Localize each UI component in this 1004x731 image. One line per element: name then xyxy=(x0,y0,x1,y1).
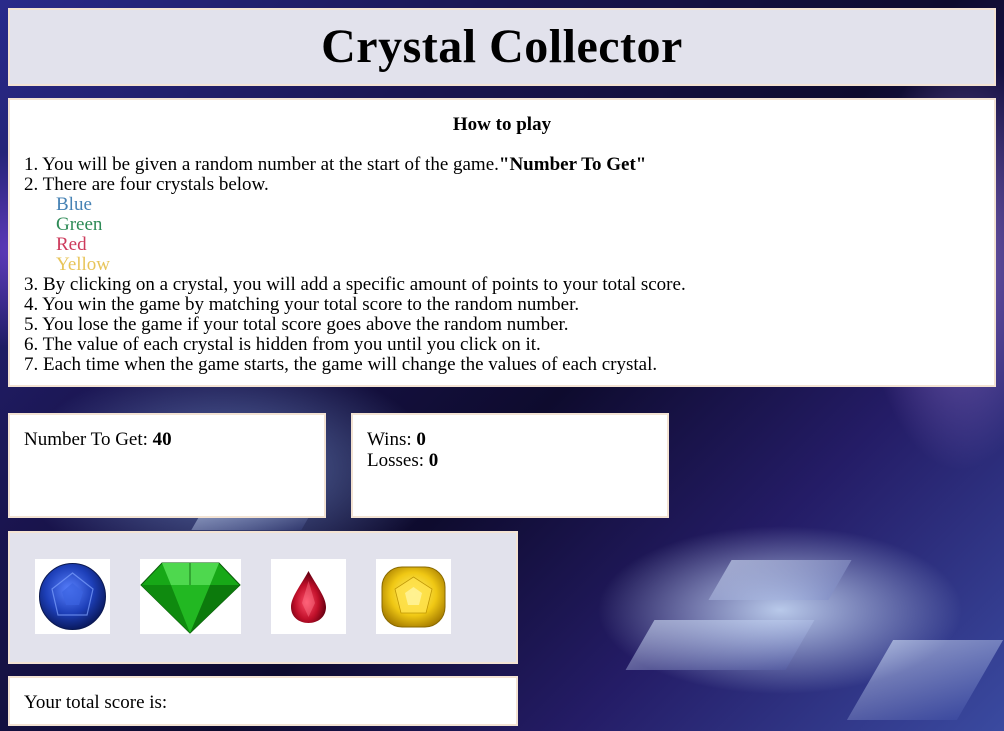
yellow-crystal-button[interactable] xyxy=(376,559,451,634)
how-to-play-heading: How to play xyxy=(452,114,552,135)
crystals-panel xyxy=(8,531,518,664)
total-score-panel: Your total score is: xyxy=(8,676,518,726)
page-title: Crystal Collector xyxy=(321,20,683,73)
losses-label: Losses: xyxy=(367,450,429,471)
wins-value: 0 xyxy=(416,429,426,450)
blue-crystal-icon xyxy=(39,563,106,630)
number-to-get-label: Number To Get: xyxy=(24,429,153,450)
color-green-label: Green xyxy=(56,214,103,235)
green-crystal-icon xyxy=(140,562,241,634)
instruction-emphasis: "Number To Get" xyxy=(498,154,647,175)
color-yellow-label: Yellow xyxy=(56,254,111,275)
background-shard xyxy=(846,640,1004,720)
instruction-step-1: 1. You will be given a random number at … xyxy=(24,155,686,175)
losses-value: 0 xyxy=(428,450,439,471)
header: Crystal Collector xyxy=(8,8,996,86)
blue-crystal-button[interactable] xyxy=(35,559,110,634)
wins-label: Wins: xyxy=(367,429,417,450)
instruction-step-6: 6. The value of each crystal is hidden f… xyxy=(24,334,541,355)
instruction-step-4: 4. You win the game by matching your tot… xyxy=(24,294,580,315)
instruction-text: 1. You will be given a random number at … xyxy=(24,154,499,175)
red-crystal-button[interactable] xyxy=(271,559,346,634)
color-red-label: Red xyxy=(56,234,87,255)
instruction-step-2: 2. There are four crystals below. xyxy=(24,174,269,195)
background-shard xyxy=(708,560,852,600)
background-shard xyxy=(625,620,815,670)
yellow-crystal-icon xyxy=(381,566,446,628)
red-crystal-icon xyxy=(291,571,326,623)
green-crystal-button[interactable] xyxy=(140,559,241,634)
total-score-label: Your total score is: xyxy=(24,692,168,713)
wins-row: Wins: 0 xyxy=(367,429,667,450)
number-to-get-value: 40 xyxy=(152,429,172,450)
number-to-get-panel: Number To Get: 40 xyxy=(8,413,326,518)
instruction-step-7: 7. Each time when the game starts, the g… xyxy=(24,354,658,375)
losses-row: Losses: 0 xyxy=(367,450,667,471)
instruction-step-3: 3. By clicking on a crystal, you will ad… xyxy=(24,274,686,295)
instructions-list: 1. You will be given a random number at … xyxy=(24,155,686,375)
how-to-play-panel: How to play 1. You will be given a rando… xyxy=(8,98,996,387)
stats-panel: Wins: 0 Losses: 0 xyxy=(351,413,669,518)
instruction-step-5: 5. You lose the game if your total score… xyxy=(24,314,569,335)
color-blue-label: Blue xyxy=(56,194,92,215)
